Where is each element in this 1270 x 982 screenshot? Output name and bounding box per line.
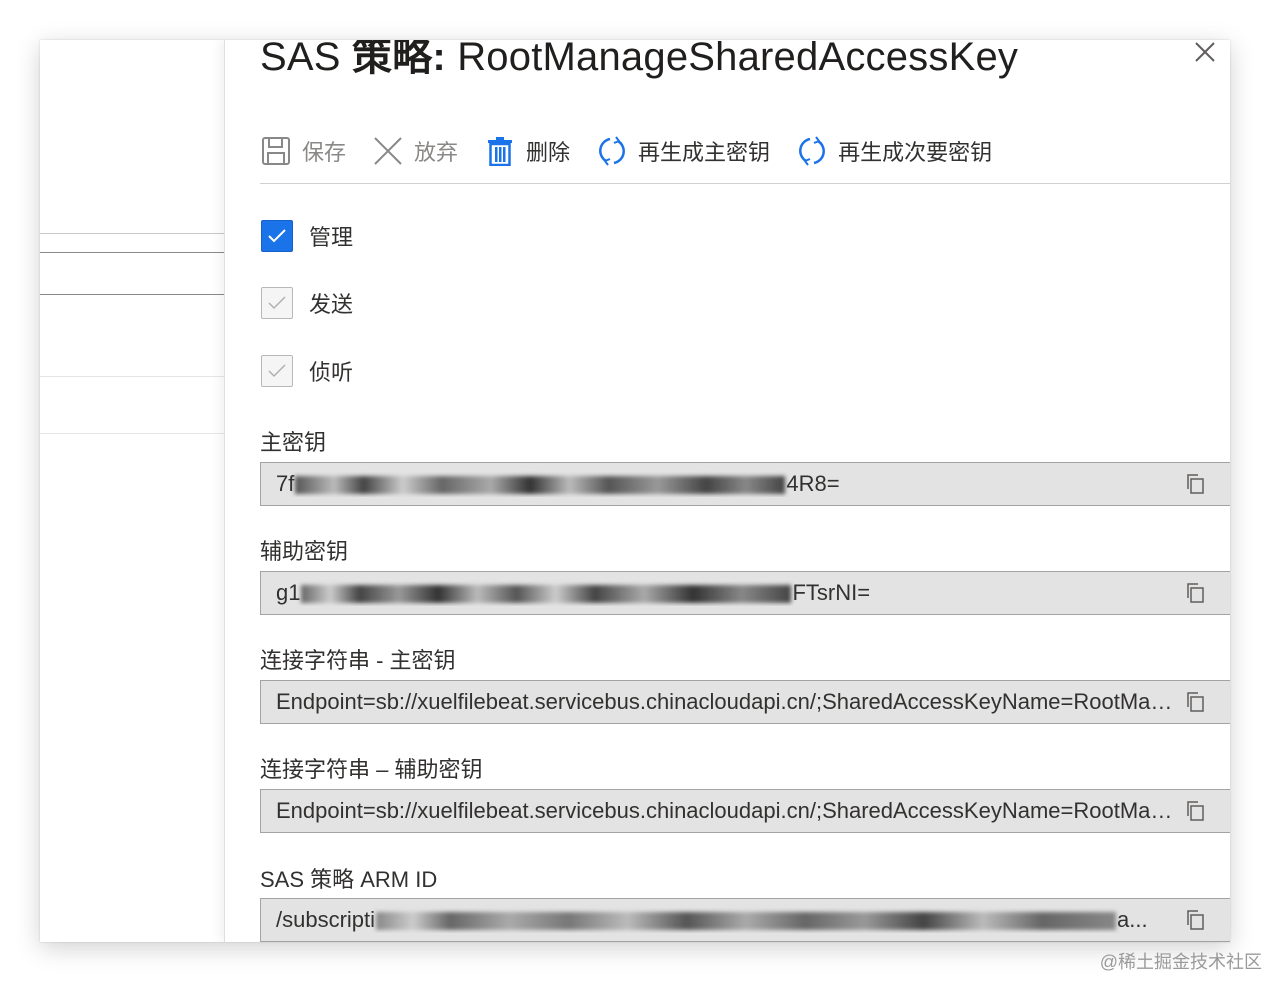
secondary-key-value[interactable]: g1 FTsrNI= <box>261 580 1185 606</box>
connection-string-primary-field[interactable]: Endpoint=sb://xuelfilebeat.servicebus.ch… <box>260 680 1230 724</box>
secondary-key-label: 辅助密钥 <box>260 539 349 564</box>
window-frame: SAS 策略: RootManageSharedAccessKey 保存 放弃 … <box>40 40 1230 942</box>
copy-button[interactable] <box>1185 571 1230 615</box>
divider <box>40 376 224 377</box>
checkmark-icon <box>268 364 286 378</box>
regenerate-secondary-key-button[interactable]: 再生成次要密钥 <box>796 130 992 172</box>
divider <box>40 233 224 234</box>
delete-label: 删除 <box>526 140 571 165</box>
copy-icon <box>1187 910 1204 930</box>
delete-icon <box>484 135 516 167</box>
secondary-key-value-end: FTsrNI= <box>792 580 871 605</box>
copy-button[interactable] <box>1185 680 1230 724</box>
sas-policy-panel: SAS 策略: RootManageSharedAccessKey 保存 放弃 … <box>224 40 1230 942</box>
divider <box>40 294 224 295</box>
regenerate-primary-key-label: 再生成主密钥 <box>638 140 771 165</box>
title-strong: 策略: <box>351 40 446 79</box>
redacted-segment <box>295 476 786 495</box>
copy-icon <box>1187 583 1204 603</box>
secondary-key-field[interactable]: g1 FTsrNI= <box>260 571 1230 615</box>
redacted-segment <box>301 585 792 604</box>
background-list-pane <box>40 40 224 942</box>
claim-send-label: 发送 <box>309 292 354 317</box>
save-button[interactable]: 保存 <box>260 130 346 172</box>
claim-listen-label: 侦听 <box>309 360 354 385</box>
copy-icon <box>1187 474 1204 494</box>
primary-key-field[interactable]: 7f 4R8= <box>260 462 1230 506</box>
connection-string-primary-label: 连接字符串 - 主密钥 <box>260 648 456 673</box>
claim-listen-checkbox: 侦听 <box>261 355 353 387</box>
primary-key-value-end: 4R8= <box>786 471 840 496</box>
title-prefix: SAS <box>260 40 341 79</box>
discard-label: 放弃 <box>414 140 459 165</box>
divider <box>40 433 224 434</box>
arm-id-label: SAS 策略 ARM ID <box>260 867 438 892</box>
copy-button[interactable] <box>1185 898 1230 942</box>
claim-manage-label: 管理 <box>309 225 354 250</box>
copy-icon <box>1187 692 1204 712</box>
save-label: 保存 <box>302 140 347 165</box>
claim-send-checkbox: 发送 <box>261 287 353 319</box>
checkbox-checked[interactable] <box>261 220 293 252</box>
close-button[interactable] <box>1193 40 1217 64</box>
command-bar: 保存 放弃 删除 再生成主密钥 再生成次要密钥 <box>260 130 1018 172</box>
connection-string-secondary-label: 连接字符串 – 辅助密钥 <box>260 757 483 782</box>
watermark: @稀土掘金技术社区 <box>1099 952 1262 972</box>
refresh-icon <box>596 135 628 167</box>
secondary-key-value-start: g1 <box>276 580 301 605</box>
connection-string-secondary-field[interactable]: Endpoint=sb://xuelfilebeat.servicebus.ch… <box>260 789 1230 833</box>
discard-button[interactable]: 放弃 <box>372 130 458 172</box>
copy-button[interactable] <box>1185 462 1230 506</box>
discard-icon <box>372 135 404 167</box>
redacted-segment <box>376 912 1117 931</box>
primary-key-label: 主密钥 <box>260 430 327 455</box>
primary-key-value[interactable]: 7f 4R8= <box>261 471 1185 497</box>
arm-id-field[interactable]: /subscripti a... <box>260 898 1230 942</box>
copy-icon <box>1187 801 1204 821</box>
checkbox-checked-disabled <box>261 355 293 387</box>
primary-key-value-start: 7f <box>276 471 295 496</box>
copy-button[interactable] <box>1185 789 1230 833</box>
arm-id-value-start: /subscripti <box>276 907 376 932</box>
toolbar-divider <box>260 183 1230 184</box>
arm-id-value-end: a... <box>1117 907 1148 932</box>
checkbox-checked-disabled <box>261 287 293 319</box>
title-policy-name: RootManageSharedAccessKey <box>457 40 1019 79</box>
divider <box>40 252 224 253</box>
checkmark-icon <box>268 296 286 310</box>
delete-button[interactable]: 删除 <box>484 130 570 172</box>
connection-string-secondary-value[interactable]: Endpoint=sb://xuelfilebeat.servicebus.ch… <box>261 798 1185 824</box>
arm-id-value[interactable]: /subscripti a... <box>261 907 1185 933</box>
panel-title: SAS 策略: RootManageSharedAccessKey <box>260 40 1018 82</box>
close-icon <box>1195 42 1215 62</box>
connection-string-primary-value[interactable]: Endpoint=sb://xuelfilebeat.servicebus.ch… <box>261 689 1185 715</box>
claim-manage-checkbox[interactable]: 管理 <box>261 220 353 252</box>
refresh-icon <box>796 135 828 167</box>
checkmark-icon <box>268 229 286 243</box>
regenerate-primary-key-button[interactable]: 再生成主密钥 <box>596 130 770 172</box>
save-icon <box>260 135 292 167</box>
regenerate-secondary-key-label: 再生成次要密钥 <box>838 140 993 165</box>
